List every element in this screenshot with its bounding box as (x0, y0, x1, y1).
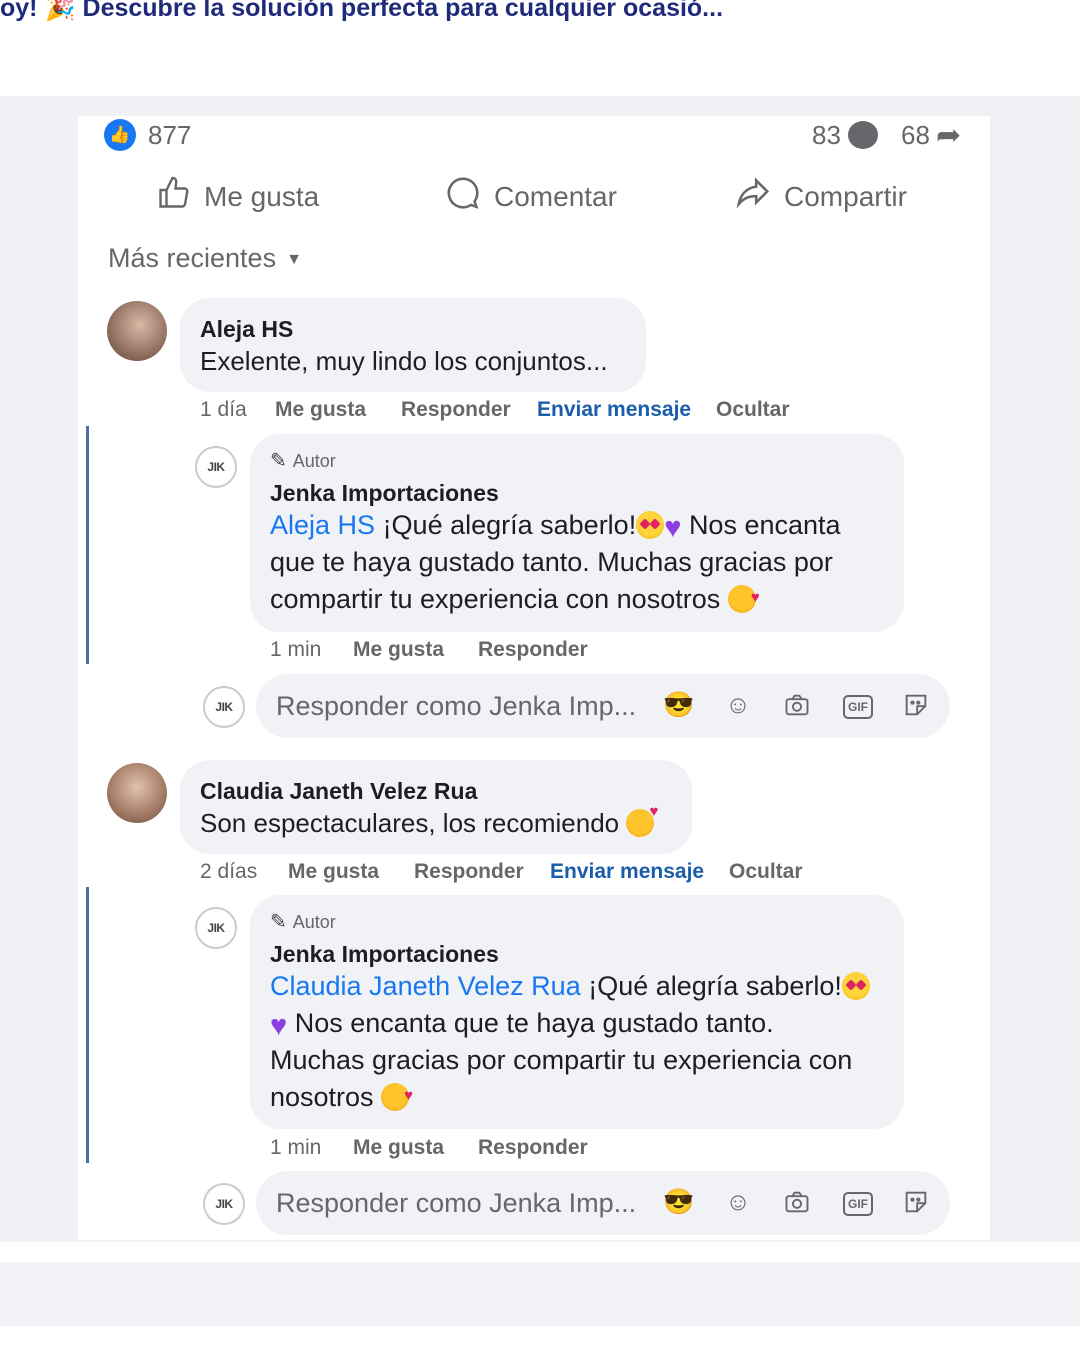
avatar[interactable] (107, 301, 167, 361)
send-message-link[interactable]: Enviar mensaje (537, 398, 691, 422)
comment-author[interactable]: Aleja HS (200, 316, 293, 343)
sticker-icon[interactable] (899, 1185, 933, 1219)
comment-outline-icon (444, 174, 482, 221)
comment-count[interactable]: 83 (812, 120, 841, 151)
avatar-sticker-icon[interactable]: 😎 (662, 688, 696, 722)
comment-time[interactable]: 1 día (200, 398, 247, 422)
comment-bubble-icon (848, 121, 878, 149)
comment-button[interactable]: Comentar (444, 174, 617, 220)
smiling-hearts-emoji-icon (626, 803, 658, 837)
thread-line (86, 426, 89, 664)
emoji-icon[interactable]: ☺ (721, 688, 755, 722)
camera-icon[interactable] (780, 688, 814, 722)
comment-reply-link[interactable]: Responder (414, 860, 524, 884)
star-eyes-emoji-icon (841, 972, 870, 1000)
emoji-icon[interactable]: ☺ (721, 1185, 755, 1219)
reply-input[interactable]: Responder como Jenka Imp... 😎 ☺ GIF (256, 674, 950, 738)
thumbs-up-outline-icon (156, 175, 192, 220)
comment-button-label: Comentar (494, 181, 617, 212)
purple-heart-icon: ♥ (664, 512, 682, 544)
page-avatar[interactable]: JIK (203, 686, 245, 728)
share-arrow-icon: ➦ (936, 119, 962, 152)
pencil-icon: ✎ (270, 450, 287, 472)
reply-time[interactable]: 1 min (270, 1136, 321, 1160)
share-outline-icon (734, 174, 772, 221)
avatar[interactable] (107, 763, 167, 823)
comment-like-link[interactable]: Me gusta (288, 860, 379, 884)
bottom-gray-bar (0, 1262, 1080, 1326)
comment-bubble (180, 298, 646, 392)
share-count[interactable]: 68 (901, 120, 930, 151)
thread-line (86, 887, 89, 1163)
reply-like-link[interactable]: Me gusta (353, 638, 444, 662)
reply-author[interactable]: Jenka Importaciones (270, 480, 499, 507)
reply-text: Claudia Janeth Velez Rua ¡Qué alegría sa… (270, 968, 880, 1116)
share-button-label: Compartir (784, 181, 907, 212)
thumbs-up-icon: 👍 (104, 119, 136, 151)
comment-reply-link[interactable]: Responder (401, 398, 511, 422)
sticker-icon[interactable] (899, 688, 933, 722)
reply-input[interactable]: Responder como Jenka Imp... 😎 ☺ GIF (256, 1171, 950, 1235)
reply-text: Aleja HS ¡Qué alegría saberlo! ♥ Nos enca… (270, 507, 880, 618)
like-count[interactable]: 877 (148, 120, 191, 151)
reply-reply-link[interactable]: Responder (478, 1136, 588, 1160)
sort-dropdown[interactable]: Más recientes ▼ (108, 243, 302, 274)
comment-author[interactable]: Claudia Janeth Velez Rua (200, 778, 477, 805)
comment-text: Exelente, muy lindo los conjuntos... (200, 346, 608, 376)
post-caption-truncated[interactable]: oy! 🎉 Descubre la solución perfecta para… (0, 0, 723, 23)
gif-icon[interactable]: GIF (843, 1192, 873, 1216)
smiling-hearts-emoji-icon (727, 579, 760, 616)
post-header-strip: oy! 🎉 Descubre la solución perfecta para… (0, 0, 1080, 96)
share-button[interactable]: Compartir (734, 174, 907, 220)
send-message-link[interactable]: Enviar mensaje (550, 860, 704, 884)
like-button[interactable]: Me gusta (156, 174, 319, 220)
reply-placeholder: Responder como Jenka Imp... (276, 1188, 637, 1218)
page-avatar[interactable]: JIK (195, 907, 237, 949)
gif-icon[interactable]: GIF (843, 695, 873, 719)
like-button-label: Me gusta (204, 181, 320, 212)
comment-like-link[interactable]: Me gusta (275, 398, 366, 422)
mention-link[interactable]: Claudia Janeth Velez Rua (270, 971, 581, 1001)
purple-heart-icon: ♥ (270, 1010, 288, 1042)
hide-link[interactable]: Ocultar (729, 860, 803, 884)
page-avatar[interactable]: JIK (195, 446, 237, 488)
caret-down-icon: ▼ (286, 250, 302, 268)
camera-icon[interactable] (780, 1185, 814, 1219)
avatar-sticker-icon[interactable]: 😎 (662, 1185, 696, 1219)
page-avatar[interactable]: JIK (203, 1183, 245, 1225)
hide-link[interactable]: Ocultar (716, 398, 790, 422)
sort-label: Más recientes (108, 243, 277, 273)
star-eyes-emoji-icon (636, 511, 665, 539)
reply-reply-link[interactable]: Responder (478, 638, 588, 662)
reply-placeholder: Responder como Jenka Imp... (276, 691, 637, 721)
mention-link[interactable]: Aleja HS (270, 510, 375, 540)
reply-author[interactable]: Jenka Importaciones (270, 941, 499, 968)
reply-time[interactable]: 1 min (270, 638, 321, 662)
smiling-hearts-emoji-icon (381, 1077, 413, 1114)
comment-bubble (180, 760, 692, 854)
comment-time[interactable]: 2 días (200, 860, 257, 884)
author-tag: ✎ Autor (270, 911, 336, 933)
author-tag: ✎ Autor (270, 450, 336, 472)
comment-text: Son espectaculares, los recomiendo (200, 803, 658, 839)
reply-like-link[interactable]: Me gusta (353, 1136, 444, 1160)
pencil-icon: ✎ (270, 911, 287, 933)
